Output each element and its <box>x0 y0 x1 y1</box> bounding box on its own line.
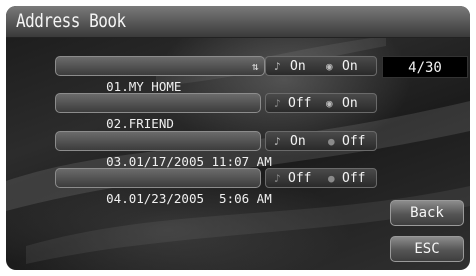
toggle2-value: Off <box>342 134 366 149</box>
page-title: Address Book <box>16 9 126 32</box>
guidance-icon: ◉ <box>326 60 333 73</box>
address-entry-row[interactable]: 01.MY HOME ⇅ ♪ On ◉ On <box>55 56 377 94</box>
guidance-icon: ◉ <box>326 97 333 110</box>
toggle1-value: Off <box>288 171 312 186</box>
address-book-screen: Address Book 01.MY HOME ⇅ ♪ On ◉ On 02.F… <box>6 6 470 270</box>
page-indicator: 4/30 <box>382 56 468 78</box>
toggle2-value: Off <box>342 171 366 186</box>
sort-icon: ⇅ <box>252 60 259 73</box>
address-entry-row[interactable]: 02.FRIEND ♪ Off ◉ On <box>55 93 377 131</box>
entry-label: 03.01/17/2005 11:07 AM <box>106 154 272 169</box>
entry-toggles[interactable]: ♪ Off ◉ On <box>265 93 377 113</box>
toggle1-value: On <box>290 59 306 74</box>
entry-label: 04.01/23/2005 5:06 AM <box>106 191 272 206</box>
audio-icon: ♪ <box>274 135 281 148</box>
toggle2-value: On <box>342 59 358 74</box>
audio-icon: ♪ <box>274 172 281 185</box>
audio-icon: ♪ <box>274 60 281 73</box>
entry-toggles[interactable]: ♪ Off ● Off <box>265 168 377 188</box>
audio-icon: ♪ <box>274 97 281 110</box>
address-entry-row[interactable]: 04.01/23/2005 5:06 AM ♪ Off ● Off <box>55 168 377 206</box>
guidance-icon: ● <box>328 172 335 185</box>
entry-toggles[interactable]: ♪ On ● Off <box>265 131 377 151</box>
guidance-icon: ● <box>328 135 335 148</box>
entry-label: 02.FRIEND <box>106 116 174 131</box>
toggle2-value: On <box>342 96 358 111</box>
entry-toggles[interactable]: ♪ On ◉ On <box>265 56 377 76</box>
entry-name-button[interactable]: 04.01/23/2005 5:06 AM <box>55 168 272 206</box>
toggle1-value: Off <box>288 96 312 111</box>
entry-name-button[interactable]: 03.01/17/2005 11:07 AM <box>55 131 272 169</box>
address-entry-row[interactable]: 03.01/17/2005 11:07 AM ♪ On ● Off <box>55 131 377 169</box>
title-bar: Address Book <box>6 6 470 38</box>
entry-label: 01.MY HOME <box>106 79 182 94</box>
esc-button[interactable]: ESC <box>390 236 464 262</box>
toggle1-value: On <box>290 134 306 149</box>
back-button[interactable]: Back <box>390 200 464 226</box>
entry-name-button[interactable]: 02.FRIEND <box>55 93 261 131</box>
entry-name-button[interactable]: 01.MY HOME ⇅ <box>55 56 265 94</box>
